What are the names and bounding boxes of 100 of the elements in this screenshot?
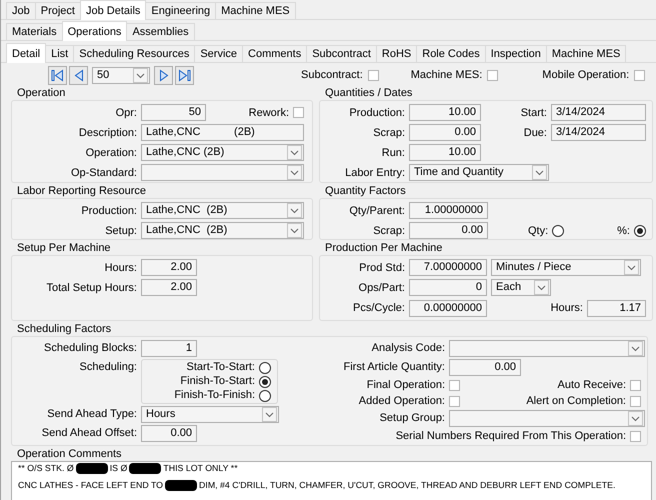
triangle-left-icon <box>74 68 84 82</box>
total-setup-hours-field[interactable]: 2.00 <box>141 279 197 296</box>
production-resource-dropdown[interactable]: Lathe,CNC (2B) <box>141 202 304 219</box>
redaction-mark <box>165 480 198 491</box>
scrap-field[interactable]: 0.00 <box>409 124 481 141</box>
triangle-right-icon <box>158 68 168 82</box>
scheduling-blocks-field[interactable]: 1 <box>141 340 197 357</box>
checkbox[interactable] <box>630 396 641 406</box>
skip-to-end-icon <box>178 68 191 82</box>
description-field[interactable]: Lathe,CNC (2B) <box>141 124 304 141</box>
checkbox[interactable] <box>449 380 460 390</box>
radio-label: %: <box>617 224 630 236</box>
comment-text: IS Ø <box>110 463 128 474</box>
field-label: Hours: <box>104 262 137 274</box>
checkbox[interactable] <box>449 396 460 406</box>
checkbox-label: Mobile Operation: <box>542 69 630 81</box>
radio-button[interactable] <box>259 362 271 374</box>
tab[interactable]: Inspection <box>484 45 547 62</box>
checkbox[interactable] <box>630 380 641 390</box>
field-label: Scrap: <box>372 126 405 138</box>
first-article-quantity-field[interactable]: 0.00 <box>449 359 521 376</box>
opr-field[interactable]: 50 <box>141 104 206 121</box>
checkbox[interactable] <box>487 70 498 80</box>
field-label: Labor Entry: <box>344 166 405 178</box>
tab[interactable]: Machine MES <box>546 45 626 62</box>
start-date-field[interactable]: 3/14/2024 <box>551 104 646 121</box>
redaction-mark <box>76 463 108 474</box>
radio-button[interactable] <box>259 376 271 388</box>
radio-button[interactable] <box>552 224 564 236</box>
checkbox[interactable] <box>634 70 646 80</box>
tab[interactable]: Assemblies <box>126 23 195 40</box>
section-title: Operation Comments <box>16 448 123 461</box>
comment-text: DIM, #4 C'DRILL, TURN, CHAMFER, U'CUT, GROOVE, THREAD AND DEBURR LEFT END COMPLETE. <box>199 480 616 491</box>
last-record-button[interactable] <box>175 66 194 84</box>
field-label: Start: <box>520 106 547 118</box>
comment-text: ** O/S STK. Ø <box>18 463 74 474</box>
tab[interactable]: Operations <box>62 21 128 41</box>
checkbox[interactable] <box>368 70 379 80</box>
section-title: Operation <box>16 87 66 100</box>
send-ahead-offset-field[interactable]: 0.00 <box>141 425 197 442</box>
field-label: Op-Standard: <box>70 166 137 178</box>
run-field[interactable]: 10.00 <box>409 144 481 161</box>
analysis-code-dropdown[interactable] <box>449 340 645 357</box>
setup-resource-dropdown[interactable]: Lathe,CNC (2B) <box>141 222 304 239</box>
section-title: Setup Per Machine <box>16 242 112 255</box>
field-label: Qty/Parent: <box>348 204 405 216</box>
radio-label: Qty: <box>528 224 548 236</box>
field-label: Operation: <box>84 146 137 158</box>
radio-button[interactable] <box>259 390 271 402</box>
prod-std-field[interactable]: 7.00000000 <box>409 259 487 276</box>
tab[interactable]: Materials <box>6 23 63 40</box>
redaction-mark <box>129 463 162 474</box>
checkbox[interactable] <box>630 430 641 442</box>
radio-label: Finish-To-Start: <box>180 374 255 389</box>
checkbox-label: Final Operation: <box>366 378 445 392</box>
tab[interactable]: Job <box>6 2 36 19</box>
skip-to-start-icon <box>51 68 64 82</box>
due-date-field[interactable]: 3/14/2024 <box>551 124 646 141</box>
tab[interactable]: Project <box>34 2 81 19</box>
op-standard-dropdown[interactable] <box>141 164 304 181</box>
ops-per-part-field[interactable]: 0 <box>409 279 487 296</box>
rework-checkbox[interactable] <box>293 107 304 118</box>
production-field[interactable]: 10.00 <box>409 104 481 121</box>
checkbox-label: Subcontract: <box>301 69 363 81</box>
field-label: Total Setup Hours: <box>46 282 137 294</box>
tab[interactable]: Detail <box>6 43 46 63</box>
field-label: Opr: <box>114 106 137 118</box>
labor-entry-dropdown[interactable]: Time and Quantity <box>409 164 549 181</box>
radio-button[interactable] <box>634 224 646 236</box>
hours-field[interactable]: 1.17 <box>587 300 646 317</box>
scrap-factor-field[interactable]: 0.00 <box>409 222 488 239</box>
first-record-button[interactable] <box>48 66 67 84</box>
field-label: Scheduling Blocks: <box>43 341 137 356</box>
qty-per-parent-field[interactable]: 1.00000000 <box>409 202 488 219</box>
comments-field[interactable]: ** O/S STK. Ø IS Ø THIS LOT ONLY ** CNC LATHES - FACE LEFT END TO DIM, #4 C'DRILL, TURN, CHAMFER, U'CUT, GROOVE, THREAD AND DEBURR LEFT END COMPLETE. <box>11 461 652 500</box>
prod-std-unit-dropdown[interactable]: Minutes / Piece <box>491 259 641 276</box>
tab[interactable]: Scheduling Resources <box>73 45 196 62</box>
send-ahead-type-dropdown[interactable]: Hours <box>141 406 279 423</box>
tab[interactable]: Job Details <box>80 0 146 20</box>
field-label: Production: <box>80 204 137 216</box>
tab[interactable]: Machine MES <box>215 2 296 19</box>
checkbox-label: Auto Receive: <box>558 378 626 392</box>
tab[interactable]: Engineering <box>145 2 216 19</box>
previous-record-button[interactable] <box>69 66 88 84</box>
comment-text: CNC LATHES - FACE LEFT END TO <box>18 480 164 491</box>
ops-per-part-unit-dropdown[interactable]: Each <box>491 279 551 296</box>
operation-selector-dropdown[interactable]: 50 <box>92 66 150 84</box>
field-label: Ops/Part: <box>358 282 405 294</box>
setup-hours-field[interactable]: 2.00 <box>141 259 197 276</box>
field-label: Due: <box>522 126 547 138</box>
next-record-button[interactable] <box>154 66 173 84</box>
comment-text: THIS LOT ONLY ** <box>163 463 238 474</box>
pcs-per-cycle-field[interactable]: 0.00000000 <box>409 300 487 317</box>
operation-dropdown[interactable]: Lathe,CNC (2B) <box>141 144 304 161</box>
section-title: Production Per Machine <box>324 242 444 255</box>
field-label: Send Ahead Offset: <box>40 426 137 441</box>
radio-label: Start-To-Start: <box>186 360 255 375</box>
setup-group-dropdown[interactable] <box>449 410 645 427</box>
section-title: Quantity Factors <box>324 185 407 198</box>
field-label: Setup Group: <box>378 411 445 426</box>
